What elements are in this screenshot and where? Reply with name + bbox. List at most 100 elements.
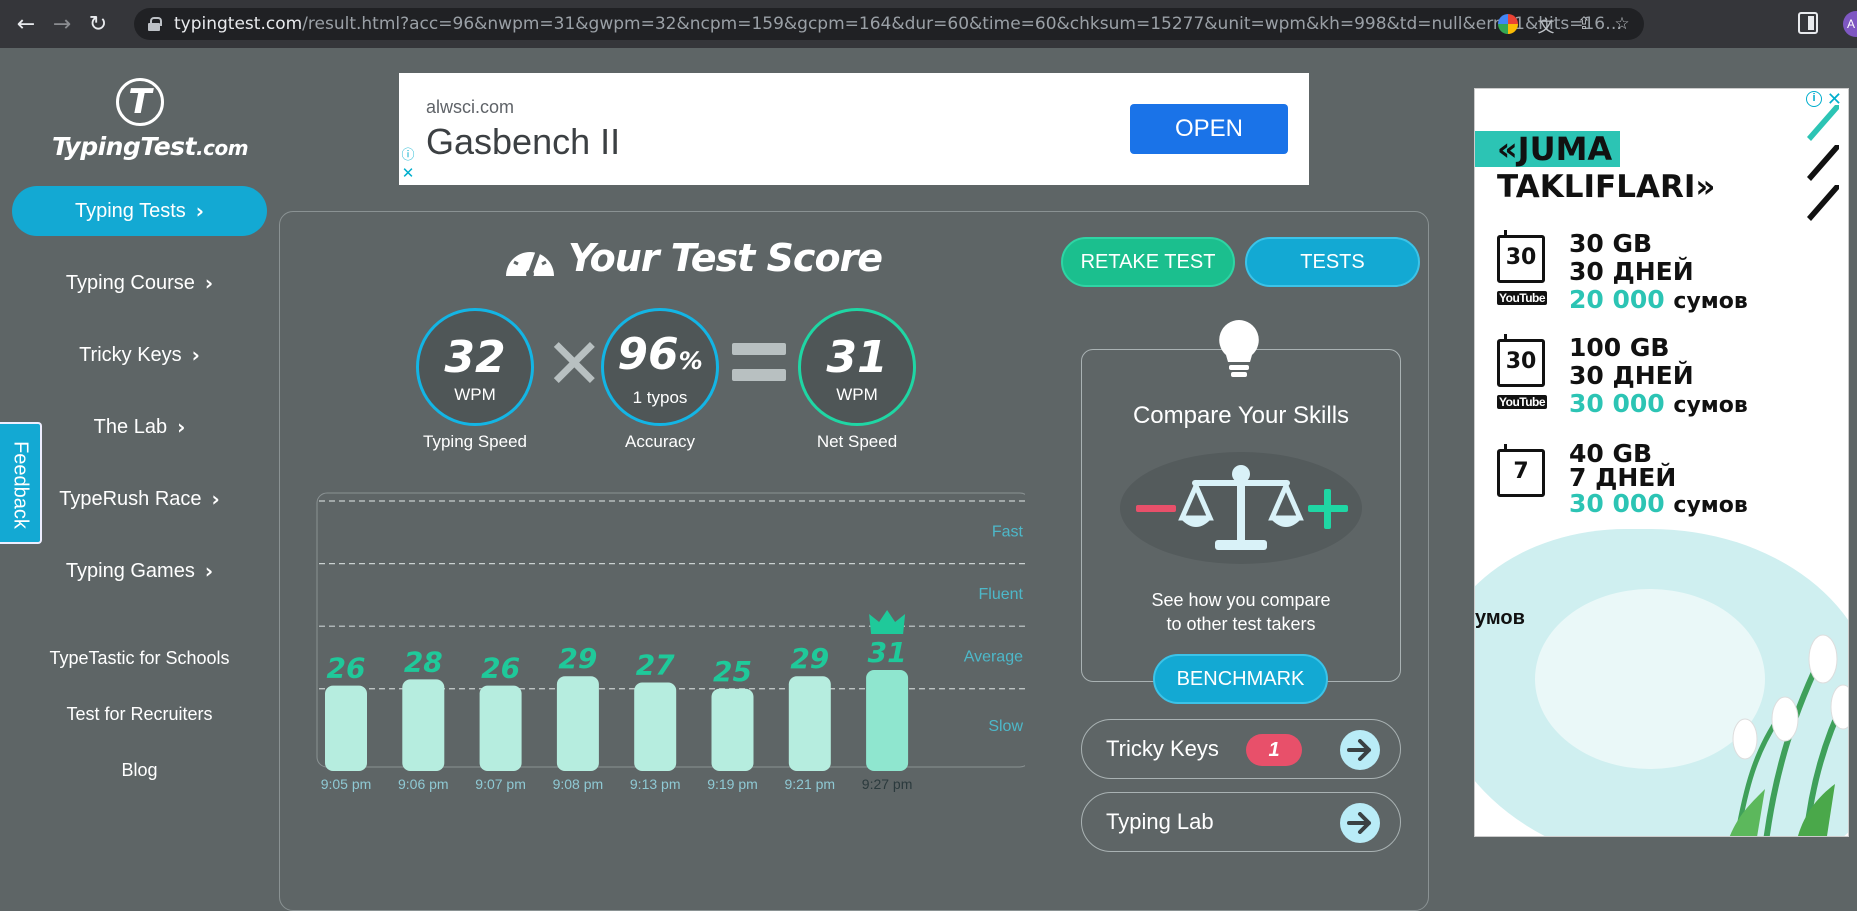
address-bar[interactable]: typingtest.com /result.html?acc=96&nwpm=… [134,8,1644,40]
logo-t-icon: T [116,78,164,126]
scale-graphic [1120,452,1362,564]
ad-close-icon[interactable]: ✕ [400,166,416,182]
sidebar-links: TypeTastic for Schools Test for Recruite… [12,648,267,816]
chart-bar [866,669,909,771]
bar-value-label: 26 [481,652,520,685]
sidebar-item-typing-course[interactable]: Typing Course › [12,258,267,308]
bar-value-label: 27 [636,649,675,682]
right-sidebar-ad[interactable]: i ✕ «JUMA TAKLIFLARI» 30 YouTube 30 GB 3… [1474,88,1849,837]
balance-scale-icon [1136,465,1348,550]
net-speed-value: 31 [826,332,888,383]
chevron-right-icon: › [204,271,214,295]
bookmark-star-icon[interactable]: ☆ [1610,12,1634,36]
share-icon[interactable]: ⇪ [1572,12,1596,36]
ad-headline-1: «JUMA [1475,131,1621,167]
net-speed-caption: Net Speed [816,432,898,451]
link-test-recruiters[interactable]: Test for Recruiters [12,704,267,760]
benchmark-button[interactable]: BENCHMARK [1153,654,1328,704]
feedback-tab[interactable]: Feedback [0,422,42,544]
back-arrow-icon[interactable]: ← [8,6,44,42]
x-tick-label: 9:21 pm [785,776,836,792]
url-host: typingtest.com [174,14,303,34]
chevron-right-icon: › [177,415,186,439]
reload-icon[interactable]: ↻ [80,6,116,42]
google-lens-icon[interactable] [1496,12,1520,36]
bar-value-label: 25 [713,655,752,688]
tricky-keys-row[interactable]: Tricky Keys 1 [1081,719,1401,779]
bar-value-label: 31 [868,636,907,669]
tests-button[interactable]: TESTS [1245,237,1420,287]
ad-headline-2: TAKLIFLARI» [1497,169,1716,205]
accuracy-stat: 96% 1 typos Accuracy [601,308,719,452]
score-title: Your Test Score [502,236,883,280]
ad-domain: alwsci.com [426,97,515,117]
sidebar-item-the-lab[interactable]: The Lab › [12,402,267,452]
sidebar-item-typing-tests[interactable]: Typing Tests › [12,186,267,236]
zone-label: Slow [988,718,1023,735]
x-tick-label: 9:08 pm [553,776,604,792]
x-tick-label: 9:13 pm [630,776,681,792]
bar-value-label: 26 [327,652,366,685]
youtube-icon: YouTube [1497,395,1548,409]
chart-bar [402,679,445,771]
forward-arrow-icon[interactable]: → [44,6,80,42]
chart-bar [479,685,522,771]
ad-open-button[interactable]: OPEN [1130,104,1288,154]
net-speed-stat: 31 WPM Net Speed [798,308,916,452]
typing-speed-value: 32 [444,332,506,383]
typing-lab-row[interactable]: Typing Lab [1081,792,1401,852]
feedback-label: Feedback [9,441,32,529]
x-tick-label: 9:05 pm [321,776,372,792]
browser-toolbar: ← → ↻ typingtest.com /result.html?acc=96… [0,0,1857,48]
arrow-right-icon[interactable] [1340,803,1380,843]
chart-bar [634,682,677,771]
typos-count: 1 typos [632,388,688,407]
calendar-icon: 30 [1497,230,1545,283]
sidebar-item-typerush-race[interactable]: TypeRush Race › [12,474,267,524]
accuracy-caption: Accuracy [625,432,695,451]
accuracy-value: 96% [617,329,703,380]
logo-text: TypingTest.com [52,132,249,161]
x-tick-label: 9:27 pm [862,776,913,792]
sidebar-nav: Typing Tests › Typing Course › Tricky Keys… [12,186,267,618]
chevron-right-icon: › [211,487,220,511]
ad-cut-text: умов [1475,607,1525,629]
typing-speed-caption: Typing Speed [423,432,527,451]
lock-icon[interactable] [148,17,162,31]
top-banner-ad[interactable]: alwsci.com Gasbench II OPEN ⓘ ✕ [399,73,1309,185]
net-speed-unit: WPM [836,385,878,404]
sidebar-item-tricky-keys[interactable]: Tricky Keys › [12,330,267,380]
zone-label: Fast [992,523,1024,540]
snowdrop-flowers-icon [1729,634,1848,836]
bar-value-label: 29 [558,642,597,675]
chart-bar [711,688,754,771]
youtube-icon: YouTube [1497,291,1548,305]
retake-test-button[interactable]: RETAKE TEST [1061,237,1235,287]
chart-bar [325,685,367,771]
bar-value-label: 28 [404,645,443,678]
x-tick-label: 9:07 pm [475,776,526,792]
link-blog[interactable]: Blog [12,760,267,816]
zone-label: Fluent [979,586,1024,603]
crown-icon [869,609,906,634]
sidebar-item-typing-games[interactable]: Typing Games › [12,546,267,596]
side-panel-icon[interactable] [1798,12,1818,34]
ad-info-icon[interactable]: ⓘ [400,147,416,163]
url-path: /result.html?acc=96&nwpm=31&gwpm=32&ncpm… [302,14,1633,34]
profile-avatar[interactable]: A [1843,11,1857,37]
bar-value-label: 29 [790,642,829,675]
equals-icon [732,343,786,383]
chart-bar [556,676,599,771]
translate-icon[interactable]: 文 [1534,12,1558,37]
tricky-keys-count-badge: 1 [1246,734,1302,766]
compare-description: See how you compare to other test takers [1151,590,1331,634]
typing-speed-unit: WPM [454,385,496,404]
compare-title: Compare Your Skills [1132,402,1350,429]
site-logo[interactable]: T TypingTest.com [52,78,249,161]
stairs-decoration-icon [1807,105,1839,221]
x-tick-label: 9:19 pm [707,776,758,792]
arrow-right-icon[interactable] [1340,730,1380,770]
speedometer-icon [506,246,554,278]
wpm-history-chart: 85654525FastFluentAverageSlow269:05 pm28… [316,492,1025,792]
link-typetastic-schools[interactable]: TypeTastic for Schools [12,648,267,704]
